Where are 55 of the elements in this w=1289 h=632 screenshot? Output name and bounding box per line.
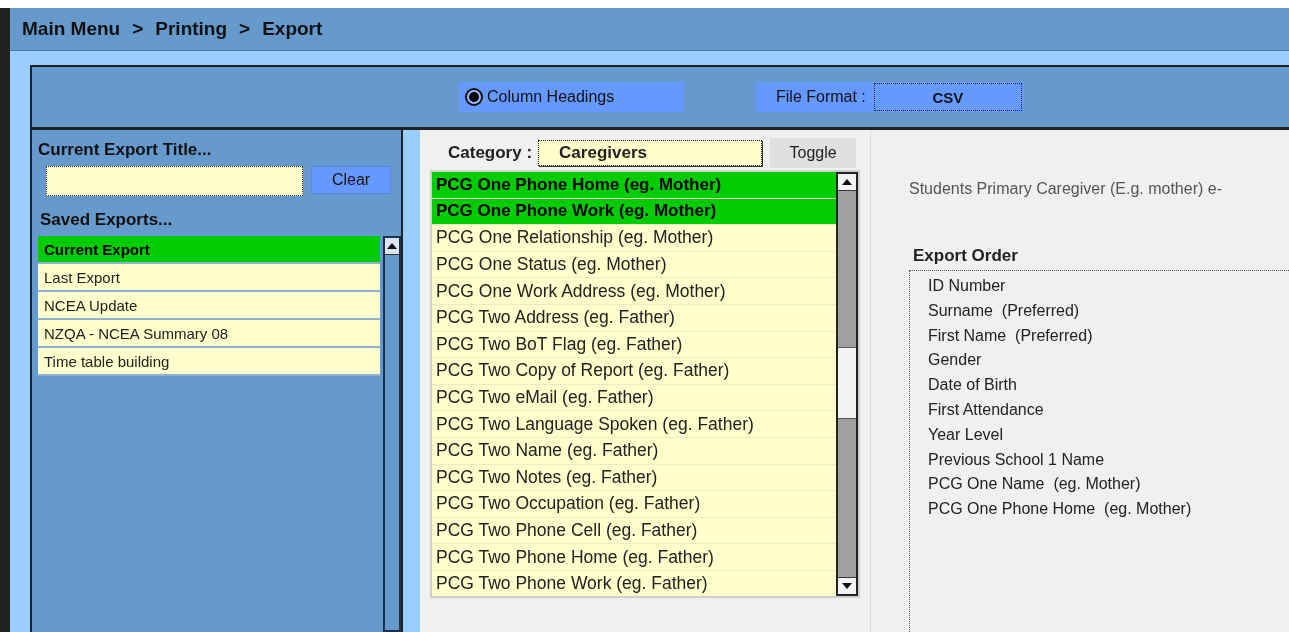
saved-export-item[interactable]: NCEA Update (38, 292, 380, 320)
export-order-item[interactable]: ID Number (928, 277, 1289, 302)
file-format-label: File Format : (775, 88, 867, 106)
export-title-label: Current Export Title... (38, 140, 213, 160)
scrollbar[interactable] (836, 172, 858, 596)
field-list-item[interactable]: PCG One Status (eg. Mother) (432, 251, 836, 279)
file-format-field[interactable]: CSV (873, 83, 1022, 111)
scroll-up-icon[interactable] (387, 243, 397, 249)
field-list-item[interactable]: PCG Two Occupation (eg. Father) (432, 491, 836, 518)
export-order-item[interactable]: PCG One Phone Home (eg. Mother) (928, 500, 1289, 525)
toggle-button[interactable]: Toggle (770, 138, 857, 168)
scroll-down-icon[interactable] (842, 583, 852, 589)
export-order-item[interactable]: Gender (928, 351, 1289, 377)
export-order-item[interactable]: PCG One Name (eg. Mother) (928, 475, 1289, 501)
saved-export-item[interactable]: Time table building (38, 348, 380, 376)
export-order-item[interactable]: Year Level (928, 425, 1289, 451)
export-order-item[interactable]: Date of Birth (928, 376, 1289, 401)
field-list-item[interactable]: PCG Two Phone Home (eg. Father) (432, 544, 836, 571)
breadcrumb-item: > (132, 18, 144, 40)
breadcrumb-item: > (239, 18, 251, 40)
saved-export-item[interactable]: NZQA - NCEA Summary 08 (38, 320, 380, 348)
saved-export-item[interactable]: Current Export (38, 236, 380, 264)
field-list-item[interactable]: PCG One Work Address (eg. Mother) (432, 278, 836, 305)
export-order-heading: Export Order (913, 246, 1019, 266)
field-list-item[interactable]: PCG One Phone Home (eg. Mother) (432, 172, 836, 199)
field-list-item[interactable]: PCG Two Notes (eg. Father) (432, 464, 836, 492)
breadcrumb-item: Export (262, 18, 323, 40)
category-dropdown[interactable]: Caregivers (538, 140, 763, 166)
export-order-list[interactable]: ID Number Surname (Preferred) First Name (Preferred) Gender Date of Birth First Attendance Year Level Previous School 1 Name PCG One Name (eg. Mother) PCG One Phone Home (eg. Mother) (909, 270, 1289, 632)
saved-exports-label: Saved Exports... (40, 210, 174, 230)
field-list-item[interactable]: PCG Two Phone Cell (eg. Father) (432, 517, 836, 545)
field-description: Students Primary Caregiver (E.g. mother) e- (909, 180, 1223, 198)
export-order-item[interactable]: First Attendance (928, 401, 1289, 426)
field-list-item[interactable]: PCG Two Copy of Report (eg. Father) (432, 358, 836, 385)
field-list-item[interactable]: PCG Two eMail (eg. Father) (432, 384, 836, 412)
saved-export-item[interactable]: Last Export (38, 264, 380, 292)
field-list-item[interactable]: PCG Two Name (eg. Father) (432, 437, 836, 465)
clear-button[interactable]: Clear (311, 166, 391, 194)
field-list-item[interactable]: PCG Two Phone Work (eg. Father) (432, 570, 836, 596)
scrollbar[interactable] (383, 236, 401, 632)
export-order-item[interactable]: Surname (Preferred) (928, 301, 1289, 327)
breadcrumb-item: Printing (155, 18, 228, 40)
export-order-item[interactable]: First Name (Preferred) (928, 326, 1289, 352)
category-label: Category : (447, 143, 534, 163)
field-list-item[interactable]: PCG Two Address (eg. Father) (432, 304, 836, 332)
column-headings-radio[interactable]: Column Headings (459, 82, 684, 112)
export-title-field[interactable] (46, 166, 303, 196)
scroll-thumb[interactable] (838, 347, 856, 419)
scroll-up-icon[interactable] (842, 179, 852, 185)
export-order-item[interactable]: Previous School 1 Name (928, 450, 1289, 476)
breadcrumb-item: Main Menu (22, 18, 121, 40)
field-list-item[interactable]: PCG One Relationship (eg. Mother) (432, 225, 836, 252)
field-list-item[interactable]: PCG One Phone Work (eg. Mother) (432, 198, 836, 226)
field-list-item[interactable]: PCG Two Language Spoken (eg. Father) (432, 411, 836, 438)
field-list-item[interactable]: PCG Two BoT Flag (eg. Father) (432, 331, 836, 359)
